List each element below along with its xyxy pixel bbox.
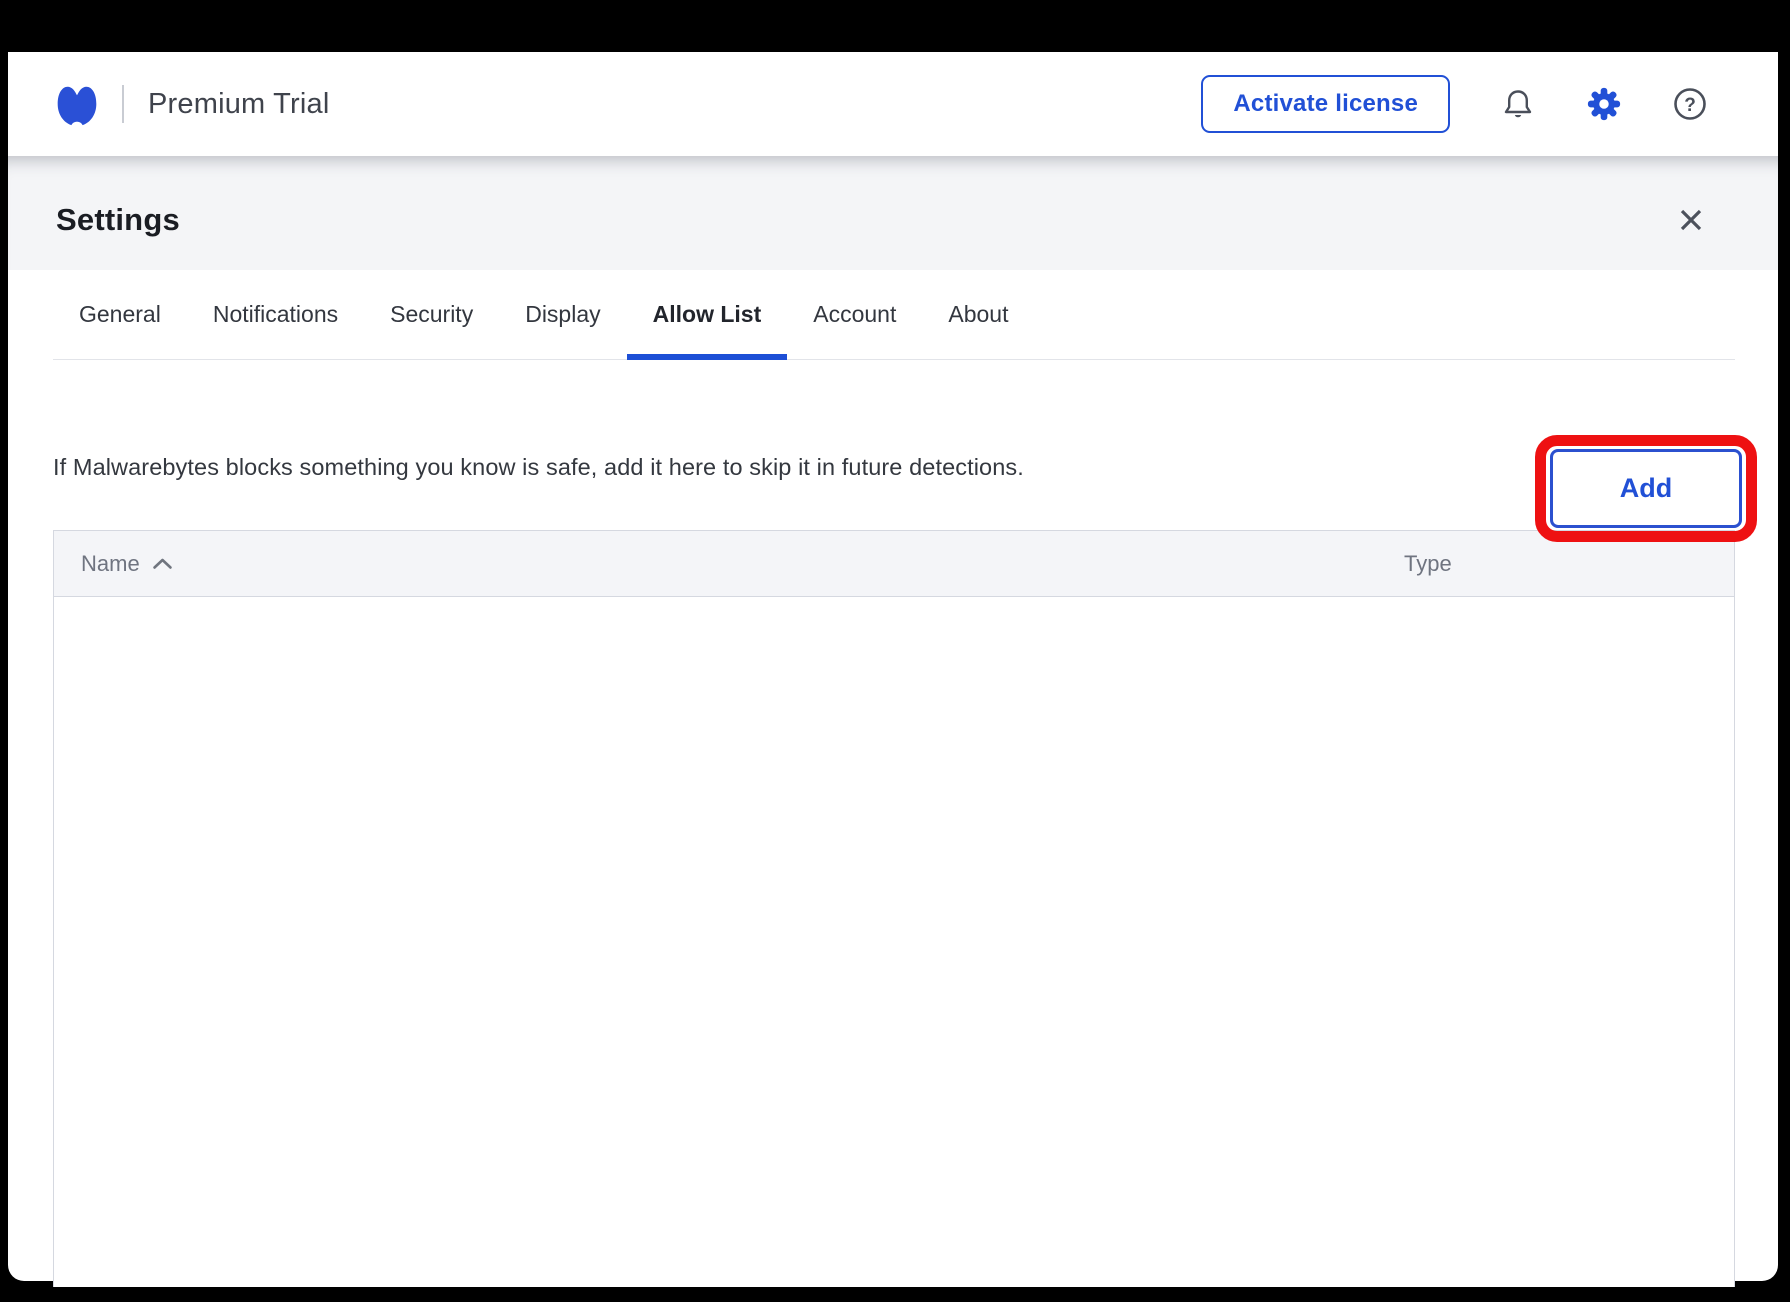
settings-tabs: General Notifications Security Display A…: [53, 270, 1735, 360]
red-highlight-annotation: Add: [1535, 435, 1757, 542]
settings-title: Settings: [56, 202, 180, 238]
allow-list-header-row: If Malwarebytes blocks something you kno…: [53, 360, 1735, 530]
malwarebytes-logo-icon: [54, 81, 100, 127]
tab-security[interactable]: Security: [364, 270, 499, 359]
table-header: Name Type: [54, 531, 1734, 597]
help-icon[interactable]: ?: [1672, 86, 1708, 122]
allow-list-table: Name Type: [53, 530, 1735, 1287]
tab-notifications[interactable]: Notifications: [187, 270, 364, 359]
tab-about[interactable]: About: [922, 270, 1034, 359]
tab-account[interactable]: Account: [787, 270, 922, 359]
chevron-up-icon: [152, 557, 173, 570]
column-header-name[interactable]: Name: [54, 551, 173, 577]
allow-list-description: If Malwarebytes blocks something you kno…: [53, 454, 1024, 481]
app-window: Premium Trial Activate license: [8, 52, 1778, 1281]
settings-title-bar: Settings: [8, 156, 1778, 270]
gear-icon[interactable]: [1586, 86, 1622, 122]
header-actions: Activate license: [1201, 75, 1708, 133]
table-body: [54, 597, 1734, 1287]
tab-allow-list[interactable]: Allow List: [627, 270, 788, 359]
close-icon[interactable]: [1674, 203, 1708, 237]
product-name: Premium Trial: [148, 88, 329, 121]
brand-divider: [122, 85, 124, 123]
bell-icon[interactable]: [1500, 86, 1536, 122]
column-header-type[interactable]: Type: [1404, 531, 1452, 596]
tab-general[interactable]: General: [53, 270, 187, 359]
svg-text:?: ?: [1684, 95, 1696, 116]
activate-license-button[interactable]: Activate license: [1201, 75, 1450, 133]
allow-list-panel: If Malwarebytes blocks something you kno…: [53, 360, 1735, 1287]
tab-display[interactable]: Display: [499, 270, 626, 359]
app-header: Premium Trial Activate license: [8, 52, 1778, 156]
add-button[interactable]: Add: [1550, 449, 1742, 528]
